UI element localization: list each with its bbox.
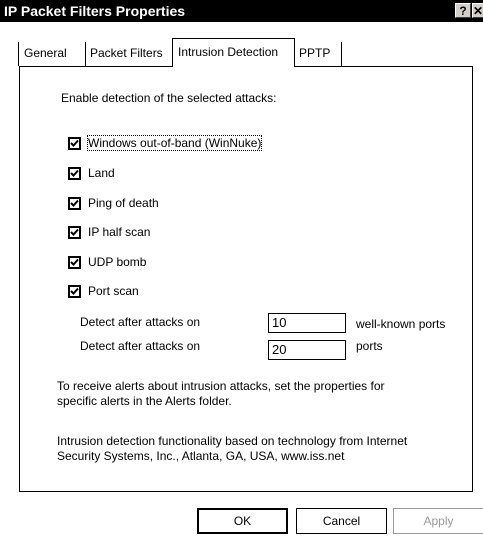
ports-suffix: ports (356, 339, 383, 353)
attack-label-udp-bomb: UDP bomb (88, 255, 147, 269)
ports-input[interactable]: 20 (268, 340, 346, 360)
checkmark-icon (70, 258, 79, 266)
cancel-button[interactable]: Cancel (296, 508, 387, 534)
help-button[interactable]: ? (455, 3, 471, 18)
ports-label: Detect after attacks on (80, 339, 201, 353)
attack-label-winnuke: Windows out-of-band (WinNuke) (86, 135, 263, 151)
alerts-note-line-1: To receive alerts about intrusion attack… (57, 379, 385, 393)
tab-packet-filters[interactable]: Packet Filters (85, 42, 175, 66)
checkmark-icon (70, 139, 79, 147)
credit-line-2: Security Systems, Inc., Atlanta, GA, USA… (57, 449, 345, 463)
alerts-note-line-2: specific alerts in the Alerts folder. (57, 394, 232, 408)
checkmark-icon (70, 287, 79, 295)
checkbox-land[interactable] (68, 167, 81, 180)
tab-panel (19, 66, 473, 492)
attacks-heading: Enable detection of the selected attacks… (61, 91, 277, 105)
checkbox-ping-of-death[interactable] (68, 197, 81, 210)
checkmark-icon (70, 199, 79, 207)
window-title: IP Packet Filters Properties (4, 3, 186, 19)
attack-label-land: Land (88, 166, 115, 180)
apply-button-label: Apply (423, 514, 454, 528)
ok-button[interactable]: OK (197, 508, 288, 534)
tab-general[interactable]: General (18, 42, 86, 66)
attack-label-ping-of-death: Ping of death (88, 196, 159, 210)
attack-label-ip-half-scan: IP half scan (88, 225, 151, 239)
wellknown-ports-input[interactable]: 10 (268, 313, 346, 333)
wellknown-ports-label: Detect after attacks on (80, 315, 201, 329)
checkmark-icon (70, 228, 79, 236)
tab-intrusion-detection[interactable]: Intrusion Detection (172, 38, 295, 67)
title-bar: IP Packet Filters Properties ? ✕ (0, 0, 483, 22)
checkbox-udp-bomb[interactable] (68, 256, 81, 269)
checkmark-icon (70, 169, 79, 177)
checkbox-port-scan[interactable] (68, 285, 81, 298)
checkbox-winnuke[interactable] (68, 137, 81, 150)
credit-line-1: Intrusion detection functionality based … (57, 434, 408, 448)
apply-button[interactable]: Apply (393, 508, 483, 534)
attack-label-port-scan: Port scan (88, 284, 139, 298)
tab-pptp[interactable]: PPTP (294, 42, 342, 66)
checkbox-ip-half-scan[interactable] (68, 226, 81, 239)
wellknown-ports-suffix: well-known ports (356, 317, 446, 331)
close-button[interactable]: ✕ (472, 3, 483, 18)
